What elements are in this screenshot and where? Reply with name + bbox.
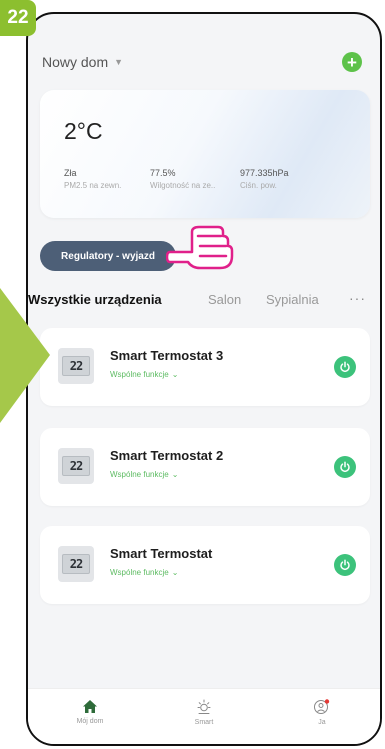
- chevron-down-icon: ⌄: [171, 470, 179, 479]
- profile-icon: [314, 699, 330, 714]
- power-button[interactable]: [334, 356, 356, 378]
- power-button[interactable]: [334, 456, 356, 478]
- device-card[interactable]: 22 Smart Termostat Wspólne funkcje ⌄: [40, 526, 370, 604]
- device-functions-link[interactable]: Wspólne funkcje ⌄: [110, 568, 178, 577]
- sun-icon: [197, 699, 211, 714]
- device-functions-link[interactable]: Wspólne funkcje ⌄: [110, 370, 178, 379]
- home-icon: [83, 700, 97, 713]
- caret-down-icon: ▼: [114, 57, 124, 67]
- home-selector[interactable]: Nowy dom ▼: [42, 54, 123, 70]
- room-tabs: Wszystkie urządzenia Salon Sypialnia ···: [28, 290, 380, 316]
- power-icon: [340, 461, 350, 473]
- device-name: Smart Termostat: [110, 546, 213, 561]
- nav-item-me[interactable]: Ja: [292, 699, 352, 726]
- chevron-down-icon: ⌄: [171, 370, 179, 379]
- tab-sypialnia[interactable]: Sypialnia: [266, 292, 319, 307]
- bottom-navigation: Mój dom Smart Ja: [28, 688, 380, 744]
- power-icon: [340, 361, 350, 373]
- plus-icon: +: [347, 52, 357, 72]
- device-name: Smart Termostat 2: [110, 448, 224, 463]
- nav-item-my-home[interactable]: Mój dom: [60, 699, 120, 725]
- device-card[interactable]: 22 Smart Termostat 3 Wspólne funkcje ⌄: [40, 328, 370, 406]
- nav-item-smart[interactable]: Smart: [174, 699, 234, 726]
- more-tabs-icon[interactable]: ···: [349, 290, 366, 306]
- device-card[interactable]: 22 Smart Termostat 2 Wspólne funkcje ⌄: [40, 428, 370, 506]
- thermostat-icon: 22: [58, 348, 94, 384]
- device-name: Smart Termostat 3: [110, 348, 224, 363]
- step-badge: 22: [0, 0, 36, 36]
- nav-label: Mój dom: [76, 718, 104, 725]
- scene-button-regulatory-wyjazd[interactable]: Regulatory - wyjazd: [40, 241, 176, 271]
- weather-stat-humidity: 77.5% Wilgotność na ze..: [150, 168, 216, 190]
- tab-salon[interactable]: Salon: [208, 292, 241, 307]
- weather-card[interactable]: 2°C Zła PM2.5 na zewn. 77.5% Wilgotność …: [40, 90, 370, 218]
- phone-screen: Nowy dom ▼ + 2°C Zła PM2.5 na zewn. 77.5…: [26, 12, 382, 746]
- app-header: Nowy dom ▼ +: [28, 14, 380, 84]
- home-name-label: Nowy dom: [42, 54, 109, 70]
- add-device-button[interactable]: +: [342, 52, 362, 72]
- nav-label: Smart: [194, 719, 214, 726]
- weather-stat-pressure: 977.335hPa Ciśn. pow.: [240, 168, 289, 190]
- temperature-value: 2°C: [64, 118, 103, 144]
- power-icon: [340, 559, 350, 571]
- pointer-arrow-graphic: [0, 288, 50, 423]
- chevron-down-icon: ⌄: [171, 568, 179, 577]
- thermostat-icon: 22: [58, 448, 94, 484]
- device-functions-link[interactable]: Wspólne funkcje ⌄: [110, 470, 178, 479]
- thermostat-icon: 22: [58, 546, 94, 582]
- scene-button-label: Regulatory - wyjazd: [61, 250, 155, 262]
- pointing-hand-icon: [166, 225, 234, 270]
- nav-label: Ja: [318, 719, 326, 726]
- weather-stat-pm25: Zła PM2.5 na zewn.: [64, 168, 122, 190]
- power-button[interactable]: [334, 554, 356, 576]
